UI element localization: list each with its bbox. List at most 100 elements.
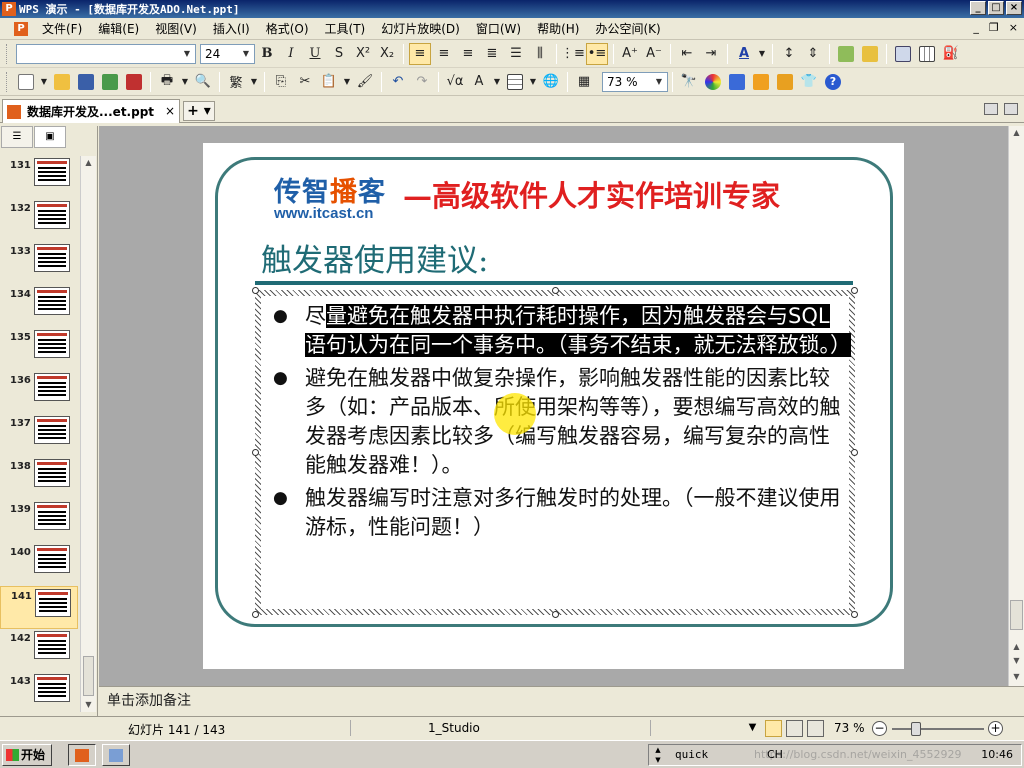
resize-handle-nw[interactable] [252,287,259,294]
decrease-indent-button[interactable]: ⇤ [676,43,698,65]
tab-outline[interactable]: ☰ [1,126,33,148]
paste-icon[interactable]: 📋 [318,71,340,93]
slide-thumbnail[interactable]: 140 [0,543,78,586]
email-icon[interactable] [99,71,121,93]
menu-file[interactable]: 文件(F) [34,19,90,39]
minimize-button[interactable]: _ [970,1,986,15]
color-scheme-icon[interactable] [702,71,724,93]
slide-thumbnail[interactable]: 138 [0,457,78,500]
undo-icon[interactable]: ↶ [387,71,409,93]
fill-bucket-icon[interactable]: ⛽ [940,43,962,65]
superscript-button[interactable]: X² [352,43,374,65]
document-icon[interactable]: P [14,21,28,36]
menu-office-space[interactable]: 办公空间(K) [587,19,668,39]
slide[interactable]: 传智播客 www.itcast.cn —高级软件人才实作培训专家 触发器使用建议… [203,143,904,669]
resize-handle-se[interactable] [851,611,858,618]
menu-insert[interactable]: 插入(I) [205,19,258,39]
bullets-button[interactable]: •≡ [586,42,608,65]
resize-handle-n[interactable] [552,287,559,294]
document-tab[interactable]: 数据库开发及...et.ppt × [2,99,180,123]
slide-thumbnail[interactable]: 131 [0,156,78,199]
slide-thumbnail[interactable]: 143 [0,672,78,712]
close-button[interactable]: × [1006,1,1022,15]
content-textbox[interactable]: 尽量避免在触发器中执行耗时操作，因为触发器会与SQL语句认为在同一个事务中。（事… [252,287,858,618]
chevron-down-icon[interactable]: ▼ [249,71,259,93]
font-name-combo[interactable]: ▼ [16,43,196,64]
help-icon[interactable]: ? [822,71,844,93]
redo-icon[interactable]: ↷ [411,71,433,93]
align-right-button[interactable]: ≡ [457,43,479,65]
design-icon[interactable] [726,71,748,93]
resize-handle-w[interactable] [252,449,259,456]
find-icon[interactable]: 🔭 [678,71,700,93]
numbering-button[interactable]: ⋮≡ [561,43,585,65]
resize-handle-sw[interactable] [252,611,259,618]
slide-thumbnail[interactable]: 136 [0,371,78,414]
insert-picture-button[interactable] [835,43,857,65]
align-left-button[interactable]: ≡ [409,42,431,65]
scroll-up-arrow-icon[interactable]: ▲ [81,156,96,170]
line-spacing-button[interactable]: ↕ [778,43,800,65]
export-pdf-icon[interactable] [123,71,145,93]
text-direction-button[interactable]: ⫼ [529,43,551,65]
toolbar-grip[interactable] [6,71,10,92]
chevron-down-icon[interactable]: ▼ [180,71,190,93]
taskbar-wps-button[interactable] [68,744,96,766]
material-icon[interactable] [774,71,796,93]
paragraph-spacing-button[interactable]: ⇕ [802,43,824,65]
zoom-combo[interactable]: 73 % ▼ [602,71,668,92]
slide-thumbnail[interactable]: 137 [0,414,78,457]
minimize-pane-icon[interactable] [984,103,998,115]
scroll-down-arrow-icon[interactable]: ▼ [81,698,96,712]
scrollbar-thumb[interactable] [1010,600,1023,630]
next-slide-icon[interactable]: ▼ [1009,670,1024,684]
scroll-down-arrow-icon[interactable]: ▲ [1009,640,1024,654]
zoom-slider-knob[interactable] [910,722,921,736]
cut-icon[interactable]: ✂ [294,71,316,93]
chevron-down-icon[interactable]: ▼ [342,71,352,93]
copy-icon[interactable]: ⎘ [270,71,292,93]
shadow-button[interactable]: S [328,43,350,65]
textbox-icon[interactable]: A [468,71,490,93]
grow-font-button[interactable]: A⁺ [619,43,641,65]
taskbar-app-button[interactable] [102,744,130,766]
thumbnail-scrollbar[interactable]: ▲ ▼ [80,156,96,712]
bullet-item[interactable]: 触发器编写时注意对多行触发时的处理。（一般不建议使用游标，性能问题！） [273,484,843,542]
formula-icon[interactable]: √α [444,71,466,93]
table-button[interactable] [916,43,938,65]
traditional-chinese-icon[interactable]: 繁 [225,71,247,93]
tab-close-button[interactable]: × [165,104,175,118]
menu-edit[interactable]: 编辑(E) [90,19,147,39]
scroll-up-arrow-icon[interactable]: ▲ [1009,126,1024,140]
doc-close-button[interactable]: × [1009,21,1018,34]
print-preview-icon[interactable]: 🔍 [192,71,214,93]
zoom-out-button[interactable]: − [872,721,887,736]
view-menu-icon[interactable]: ▼ [744,720,761,737]
shirt-icon[interactable]: 👕 [798,71,820,93]
toolbar-grip[interactable] [6,43,10,64]
resize-handle-e[interactable] [851,449,858,456]
doc-minimize-button[interactable]: _ [973,21,979,34]
ime-indicator[interactable]: quick [675,748,708,761]
align-center-button[interactable]: ≡ [433,43,455,65]
menu-format[interactable]: 格式(O) [258,19,317,39]
subscript-button[interactable]: X₂ [376,43,398,65]
menu-slideshow[interactable]: 幻灯片放映(D) [373,19,468,39]
justify-button[interactable]: ≣ [481,43,503,65]
slideshow-view-button[interactable] [807,720,824,737]
canvas-vertical-scrollbar[interactable]: ▲ ▲ ▼ ▼ [1008,126,1024,686]
scroll-down-arrow-icon[interactable]: ▼ [1009,654,1024,668]
doc-restore-button[interactable]: ❐ [989,21,999,34]
maximize-button[interactable]: □ [988,1,1004,15]
slide-thumbnail[interactable]: 139 [0,500,78,543]
new-document-icon[interactable] [15,71,37,93]
grid-icon[interactable]: ▦ [573,71,595,93]
slide-title[interactable]: 触发器使用建议: [261,235,488,280]
increase-indent-button[interactable]: ⇥ [700,43,722,65]
save-icon[interactable] [75,71,97,93]
insert-table-icon[interactable] [504,71,526,93]
shrink-font-button[interactable]: A⁻ [643,43,665,65]
insert-clipart-button[interactable] [859,43,881,65]
language-indicator[interactable]: CH [767,748,783,761]
normal-view-button[interactable] [765,720,782,737]
